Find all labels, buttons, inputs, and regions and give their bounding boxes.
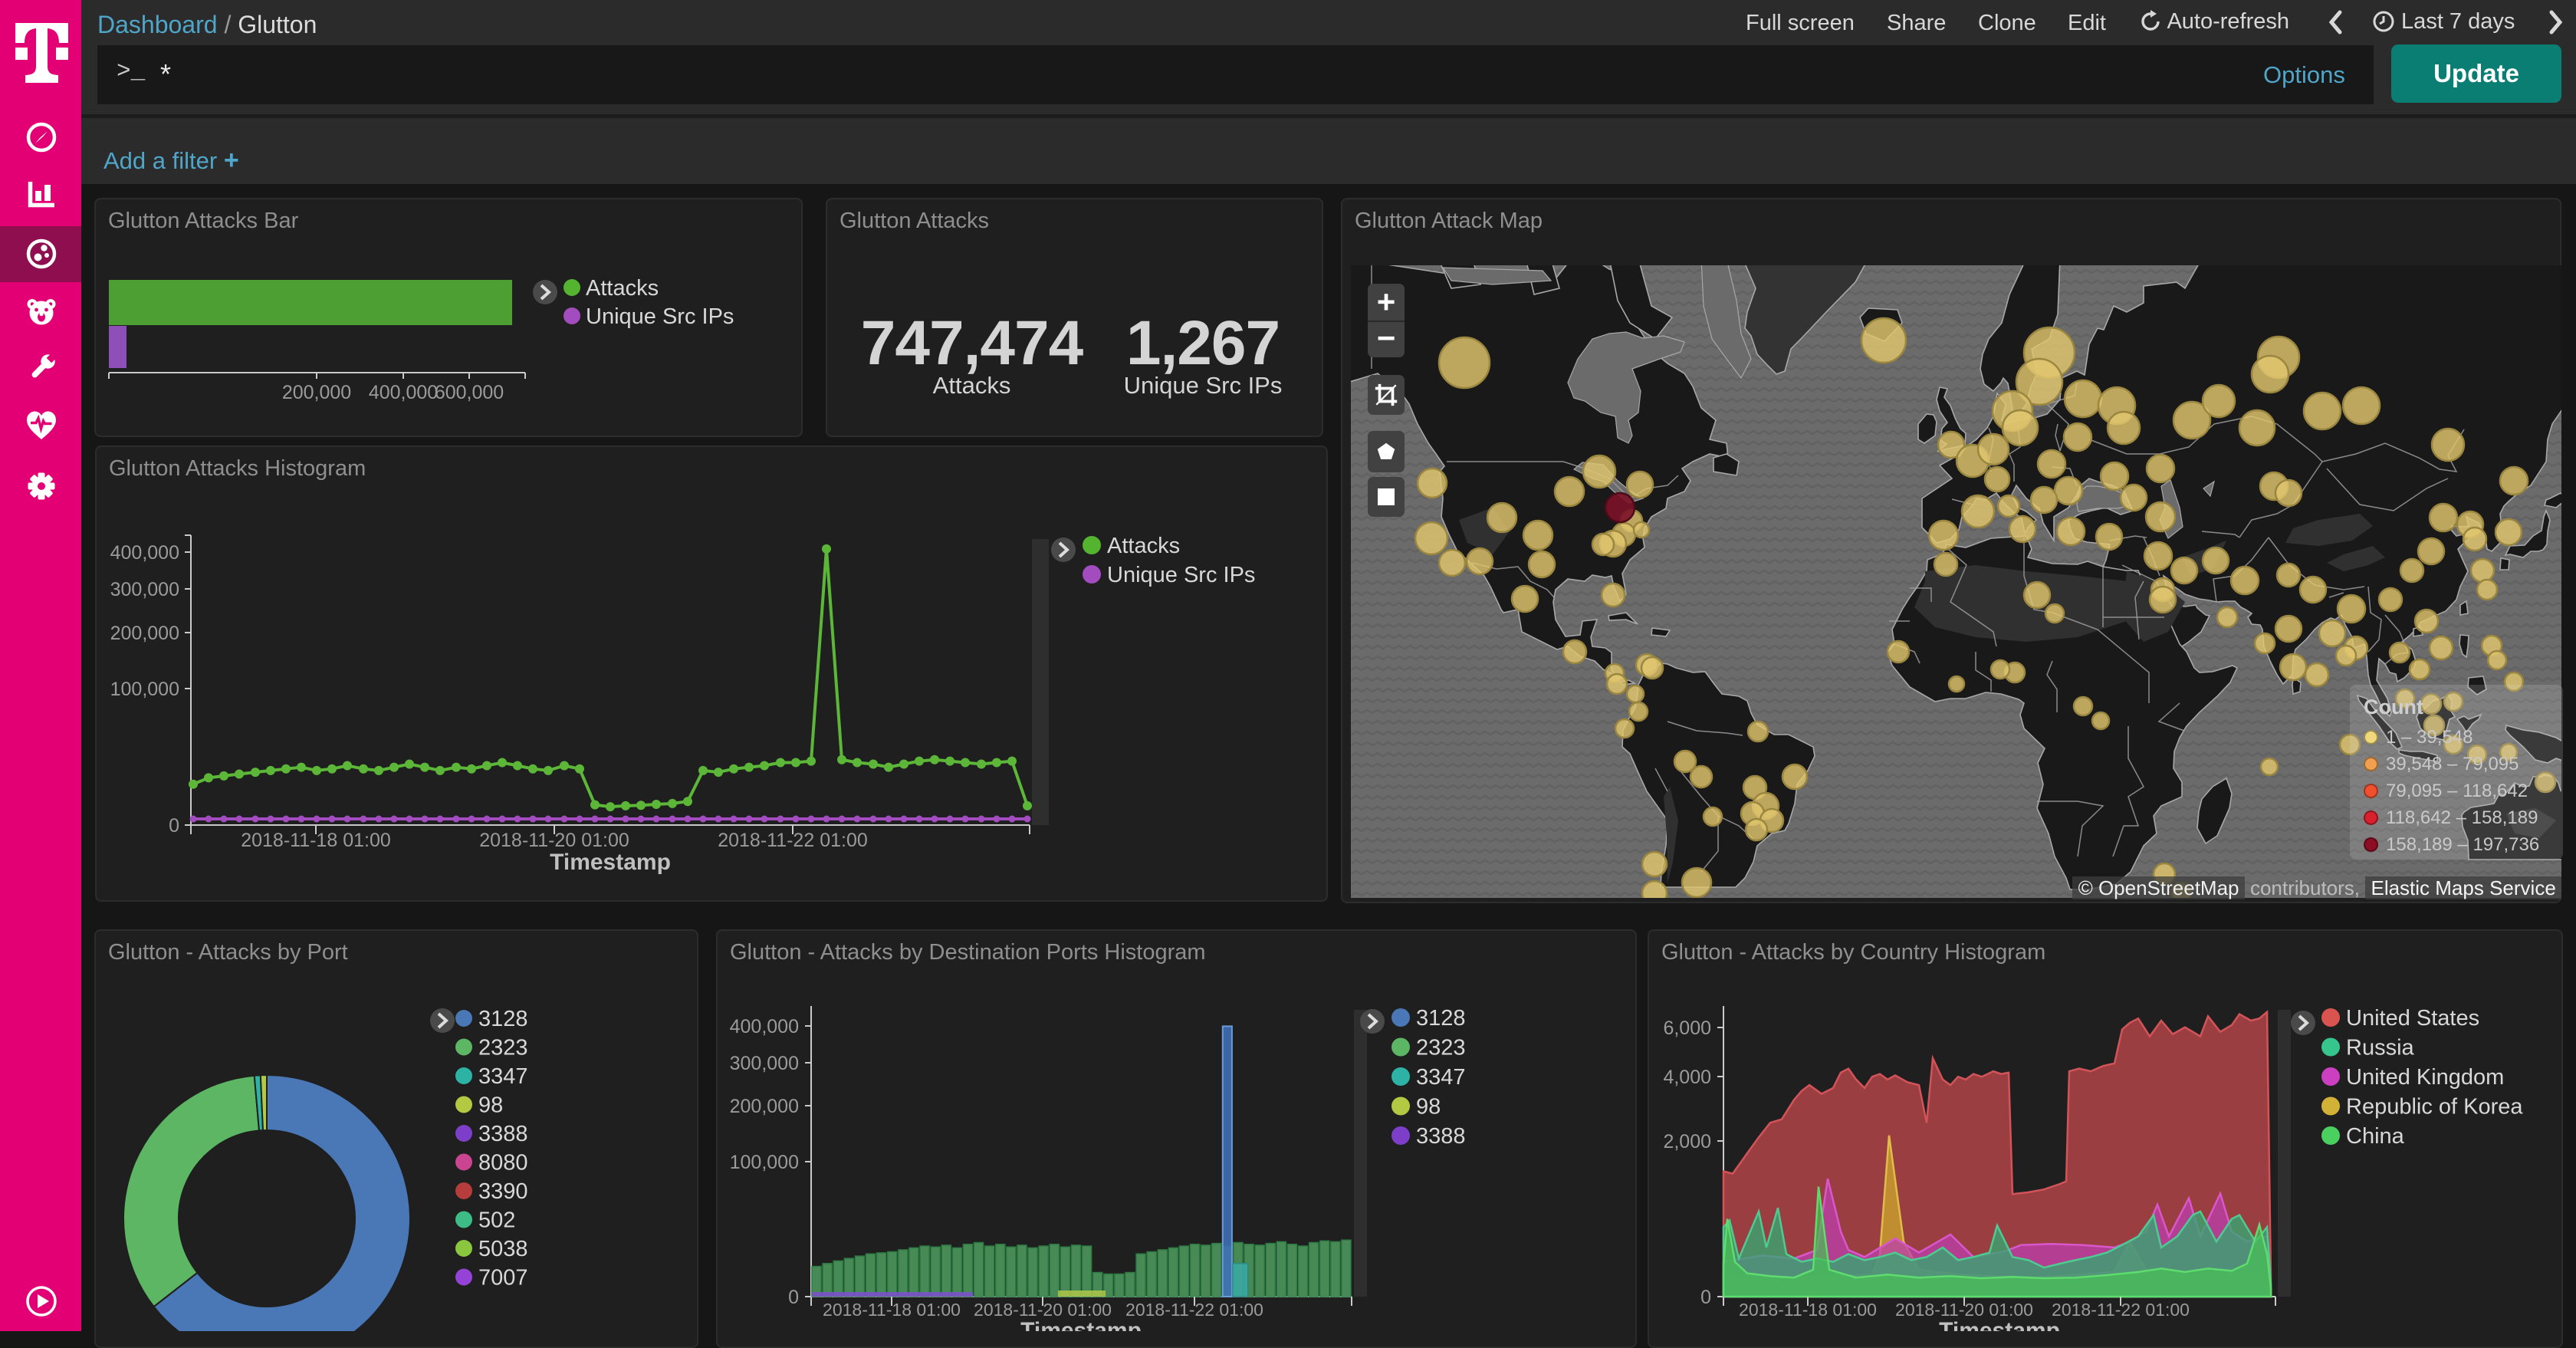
svg-text:3388: 3388 [478, 1122, 528, 1146]
svg-text:2323: 2323 [478, 1036, 528, 1060]
svg-text:3128: 3128 [478, 1007, 528, 1031]
svg-text:Attacks: Attacks [586, 276, 659, 301]
svg-text:Unique Src IPs: Unique Src IPs [586, 304, 734, 329]
svg-text:8080: 8080 [478, 1151, 528, 1175]
svg-text:200,000: 200,000 [282, 382, 351, 403]
svg-text:98: 98 [478, 1093, 503, 1118]
svg-text:502: 502 [478, 1208, 515, 1233]
svg-text:3390: 3390 [478, 1179, 528, 1204]
svg-text:3347: 3347 [478, 1064, 528, 1089]
svg-text:5038: 5038 [478, 1237, 528, 1261]
svg-text:400,000: 400,000 [369, 382, 438, 403]
svg-text:7007: 7007 [478, 1266, 528, 1290]
svg-text:600,000: 600,000 [435, 382, 504, 403]
